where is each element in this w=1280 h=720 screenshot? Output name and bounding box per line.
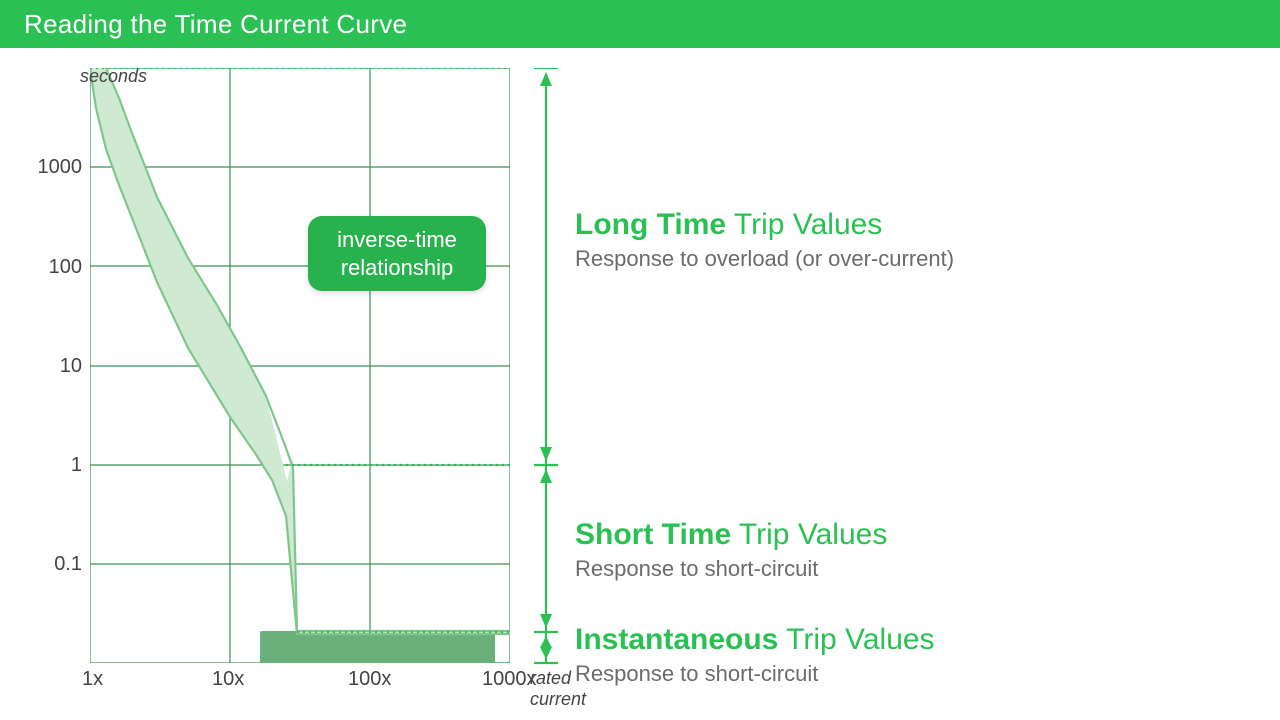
- callout-inverse-time: inverse-time relationship: [308, 216, 486, 291]
- canvas: seconds 1000 100 10 1 0.1 1x 10x 100x 10…: [0, 48, 1280, 720]
- x-tick-10x: 10x: [212, 668, 244, 691]
- label-long-time: Long Time Trip Values Response to overlo…: [575, 208, 954, 272]
- header-bar: Reading the Time Current Curve: [0, 0, 1280, 48]
- label-long-rest: Trip Values: [726, 208, 882, 241]
- y-tick-100: 100: [22, 256, 82, 279]
- label-instantaneous: Instantaneous Trip Values Response to sh…: [575, 623, 935, 687]
- y-tick-10: 10: [22, 355, 82, 378]
- x-tick-100x: 100x: [348, 668, 391, 691]
- callout-line2: relationship: [341, 255, 454, 280]
- region-bracket: [530, 68, 560, 663]
- y-tick-1000: 1000: [22, 156, 82, 179]
- label-inst-rest: Trip Values: [778, 623, 934, 656]
- y-axis-label: seconds: [80, 66, 147, 87]
- label-short-bold: Short Time: [575, 518, 731, 551]
- x-tick-1x: 1x: [82, 668, 103, 691]
- callout-line1: inverse-time: [337, 227, 457, 252]
- label-long-sub: Response to overload (or over-current): [575, 246, 954, 272]
- x-tick-1000x: 1000x: [482, 668, 537, 691]
- y-tick-1: 1: [22, 454, 82, 477]
- y-tick-0p1: 0.1: [22, 553, 82, 576]
- label-long-bold: Long Time: [575, 208, 726, 241]
- label-short-time: Short Time Trip Values Response to short…: [575, 518, 887, 582]
- time-current-chart: seconds 1000 100 10 1 0.1 1x 10x 100x 10…: [90, 68, 510, 663]
- label-short-rest: Trip Values: [731, 518, 887, 551]
- label-inst-sub: Response to short-circuit: [575, 661, 935, 687]
- page-title: Reading the Time Current Curve: [24, 9, 407, 40]
- label-inst-bold: Instantaneous: [575, 623, 778, 656]
- chart-svg: [90, 68, 510, 663]
- label-short-sub: Response to short-circuit: [575, 556, 887, 582]
